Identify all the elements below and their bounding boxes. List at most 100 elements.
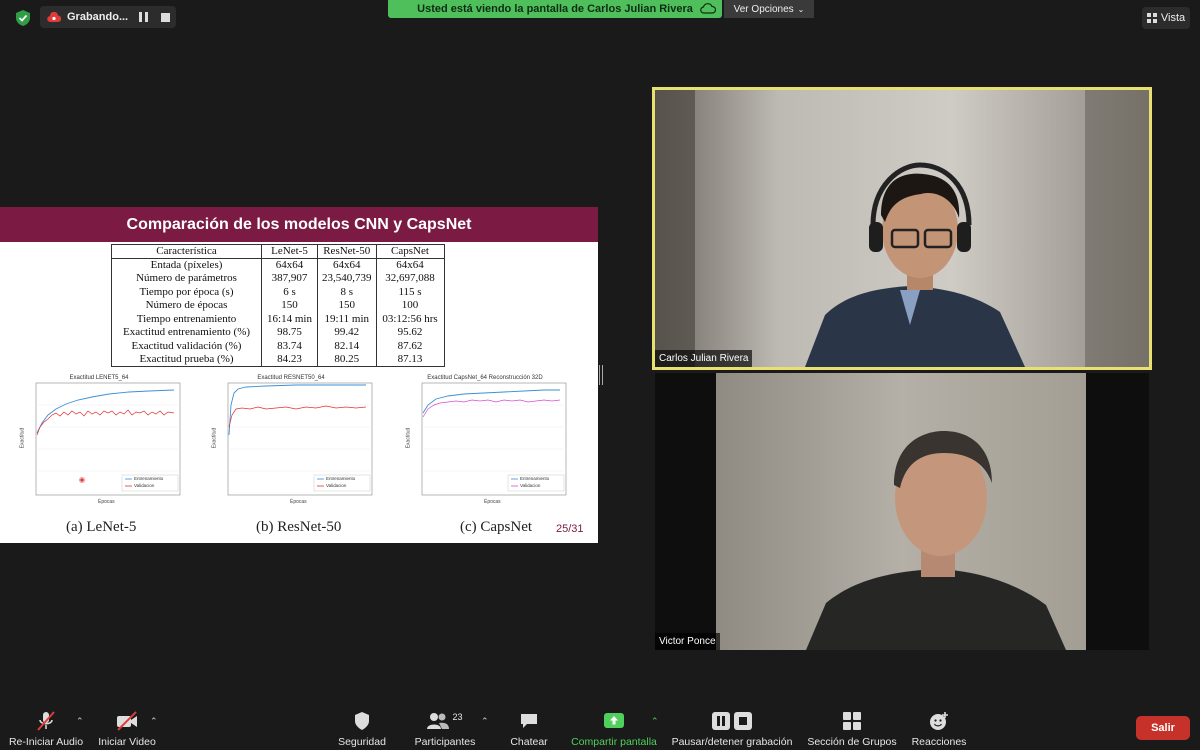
breakout-rooms-icon <box>843 710 861 732</box>
table-header-row: Característica LeNet-5 ResNet-50 CapsNet <box>111 244 445 259</box>
table-header-cell: CapsNet <box>375 244 445 259</box>
audio-options-chevron-icon[interactable]: ⌃ <box>76 716 84 727</box>
table-row: Exactitud entrenamiento (%) 98.75 99.42 95.… <box>111 325 445 339</box>
table-cell: 83.74 <box>261 339 318 353</box>
security-label: Seguridad <box>338 736 386 748</box>
video-label: Iniciar Video <box>98 736 156 748</box>
video-button[interactable]: Iniciar Video <box>96 710 158 748</box>
screen-share-banner: Usted está viendo la pantalla de Carlos … <box>388 0 722 18</box>
view-button[interactable]: Vista <box>1142 7 1190 29</box>
table-cell: Exactitud validación (%) <box>111 339 262 353</box>
participant-name-tag: Victor Ponce <box>655 633 720 650</box>
table-row: Número de parámetros 387,907 23,540,739 32,… <box>111 271 445 285</box>
table-cell: 32,697,088 <box>375 271 445 285</box>
table-header-cell: ResNet-50 <box>317 244 377 259</box>
participant-video-tile[interactable]: Victor Ponce <box>655 373 1149 650</box>
participants-icon: 23 <box>427 710 463 732</box>
share-screen-button[interactable]: Compartir pantalla <box>568 710 660 748</box>
table-cell: 99.42 <box>317 325 377 339</box>
comparison-table: Característica LeNet-5 ResNet-50 CapsNet… <box>111 244 445 367</box>
table-cell: Tiempo por época (s) <box>111 285 262 299</box>
participants-count: 23 <box>452 712 463 722</box>
cloud-icon <box>700 3 716 14</box>
recording-indicator: Grabando... <box>40 6 176 28</box>
leave-meeting-button[interactable]: Salir <box>1136 716 1190 740</box>
y-axis-label: Exactitud <box>405 427 412 449</box>
lenet-accuracy-chart: Exactitud LENET5_64 Entrenamiento Valida… <box>14 375 184 510</box>
shield-icon <box>353 710 371 732</box>
participants-label: Participantes <box>414 736 476 748</box>
table-header-cell: LeNet-5 <box>261 244 318 259</box>
audio-label: Re-Iniciar Audio <box>8 736 84 748</box>
speaker-video-feed <box>655 90 1149 367</box>
stop-recording-icon[interactable] <box>158 10 172 24</box>
table-cell: Número de épocas <box>111 298 262 312</box>
banner-text: Usted está viendo la pantalla de Carlos … <box>417 3 693 15</box>
pause-stop-icon <box>712 710 752 732</box>
table-row: Número de épocas 150 150 100 <box>111 298 445 312</box>
table-cell: 16:14 min <box>261 312 318 326</box>
table-cell: 64x64 <box>375 258 445 272</box>
split-resize-handle[interactable] <box>599 365 603 385</box>
reactions-label: Reacciones <box>911 736 967 748</box>
table-header-cell: Característica <box>111 244 262 259</box>
table-cell: 87.13 <box>375 352 445 367</box>
security-button[interactable]: Seguridad <box>334 710 390 748</box>
table-row: Exactitud prueba (%) 84.23 80.25 87.13 <box>111 352 445 367</box>
table-cell: 98.75 <box>261 325 318 339</box>
speaker-video-tile[interactable]: Carlos Julian Rivera <box>652 87 1152 370</box>
smiley-icon <box>929 710 949 732</box>
table-row: Tiempo por época (s) 6 s8 s 115 s <box>111 285 445 299</box>
table-row: Tiempo entrenamiento 16:14 min 19:11 min 03… <box>111 312 445 326</box>
table-cell: Número de parámetros <box>111 271 262 285</box>
table-cell: Exactitud entrenamiento (%) <box>111 325 262 339</box>
chat-button[interactable]: Chatear <box>508 710 550 748</box>
table-cell: Exactitud prueba (%) <box>111 352 262 367</box>
view-label: Vista <box>1160 12 1186 24</box>
view-options-button[interactable]: Ver Opciones ⌄ <box>724 0 814 18</box>
pause-recording-icon[interactable] <box>136 10 150 24</box>
video-options-chevron-icon[interactable]: ⌃ <box>150 716 158 727</box>
table-cell: 150 <box>317 298 377 312</box>
share-options-chevron-icon[interactable]: ⌃ <box>651 716 659 727</box>
caption-resnet: (b) ResNet-50 <box>256 519 342 535</box>
breakout-rooms-label: Sección de Grupos <box>807 736 897 748</box>
speaker-name-tag: Carlos Julian Rivera <box>655 350 753 367</box>
x-axis-label: Épocas <box>290 499 307 505</box>
legend-val-label: Validacion <box>326 483 347 488</box>
participants-button[interactable]: 23 Participantes <box>412 710 478 748</box>
audio-button[interactable]: Re-Iniciar Audio <box>8 710 84 748</box>
recording-controls-label: Pausar/detener grabación <box>671 736 793 748</box>
caption-capsnet: (c) CapsNet <box>460 519 533 535</box>
participants-options-chevron-icon[interactable]: ⌃ <box>481 716 489 727</box>
table-cell: 64x64 <box>317 258 377 272</box>
table-cell: 95.62 <box>375 325 445 339</box>
table-cell: 84.23 <box>261 352 318 367</box>
participant-video-feed <box>716 373 1086 650</box>
shared-screen-slide: Comparación de los modelos CNN y CapsNet… <box>0 207 598 543</box>
chat-bubble-icon <box>519 710 539 732</box>
recording-label: Grabando... <box>67 11 129 23</box>
legend-train-label: Entrenamiento <box>134 476 164 481</box>
meeting-toolbar: Re-Iniciar Audio ⌃ Iniciar Video ⌃ Segur… <box>0 706 1200 750</box>
security-shield-icon[interactable] <box>14 9 32 27</box>
capsnet-accuracy-chart: Exactitud CapsNet_64 Reconstrucción 32D … <box>400 375 570 510</box>
slide-page-number: 25/31 <box>556 523 584 535</box>
table-cell: 6 s <box>261 285 318 299</box>
recording-controls-button[interactable]: Pausar/detener grabación <box>670 710 794 748</box>
x-axis-label: Épocas <box>484 499 501 505</box>
table-cell: 23,540,739 <box>317 271 377 285</box>
table-cell: 100 <box>375 298 445 312</box>
slide-title: Comparación de los modelos CNN y CapsNet <box>0 207 598 242</box>
table-cell: 8 s <box>317 285 377 299</box>
legend-val-label: Validacion <box>134 483 155 488</box>
muted-microphone-icon <box>35 710 57 732</box>
share-screen-label: Compartir pantalla <box>571 736 657 748</box>
caption-lenet: (a) LeNet-5 <box>66 519 137 535</box>
breakout-rooms-button[interactable]: Sección de Grupos <box>806 710 898 748</box>
table-cell: 82.14 <box>317 339 377 353</box>
cloud-recording-icon <box>47 11 61 22</box>
grid-view-icon <box>1146 13 1157 23</box>
reactions-button[interactable]: Reacciones <box>908 710 970 748</box>
y-axis-label: Exactitud <box>19 427 26 449</box>
